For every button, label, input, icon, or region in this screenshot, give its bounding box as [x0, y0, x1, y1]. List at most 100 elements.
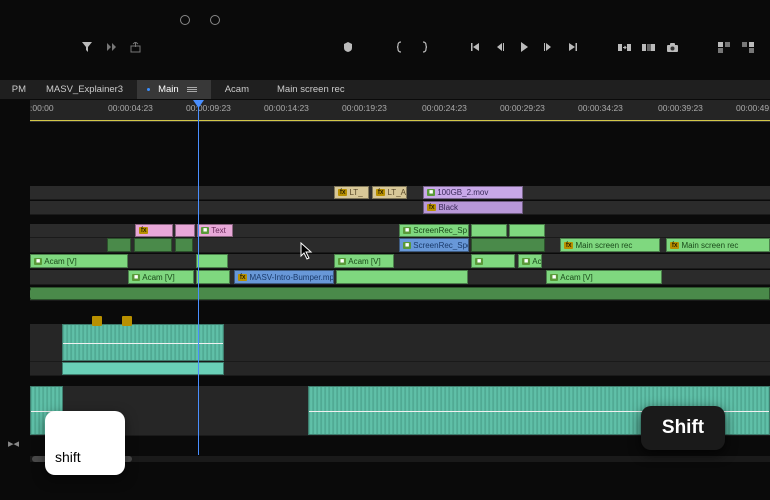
- clip[interactable]: [196, 270, 230, 284]
- tab-main-screen-rec[interactable]: Main screen rec: [263, 80, 359, 99]
- ruler-tick: :00:00: [30, 103, 54, 113]
- clip[interactable]: fxMASV-Intro-Bumper.mp4: [234, 270, 334, 284]
- sequence-marker[interactable]: [548, 290, 556, 298]
- mogrt-badge-icon: ■: [427, 189, 435, 196]
- clip[interactable]: ■ScreenRec_Spe: [399, 238, 469, 252]
- clip[interactable]: [196, 254, 228, 268]
- mogrt-badge-icon: ■: [201, 227, 209, 234]
- clip[interactable]: fxMain screen rec: [560, 238, 660, 252]
- audio-track[interactable]: [30, 287, 770, 301]
- goto-start-icon[interactable]: [469, 40, 483, 54]
- video-track[interactable]: fxBlack: [30, 201, 770, 215]
- camera-icon[interactable]: [665, 40, 679, 54]
- clip[interactable]: [336, 270, 468, 284]
- export-icon[interactable]: [128, 40, 142, 54]
- clip[interactable]: fx: [135, 224, 173, 237]
- step-forward-icon[interactable]: [541, 40, 555, 54]
- clip-label: ScreenRec_Sp: [413, 226, 467, 235]
- filter-icon[interactable]: [80, 40, 94, 54]
- clip-label: Acam [V]: [44, 257, 76, 266]
- fx-badge-icon: [92, 316, 102, 326]
- tab-label: Main: [158, 84, 179, 95]
- ruler-tick: 00:00:39:23: [658, 103, 703, 113]
- work-area-bar[interactable]: [30, 120, 770, 122]
- clip[interactable]: [175, 224, 195, 237]
- sequence-marker[interactable]: [130, 290, 138, 298]
- audio-track[interactable]: [30, 362, 770, 376]
- overwrite-icon[interactable]: [641, 40, 655, 54]
- fx-badge-icon: fx: [338, 189, 347, 196]
- sequence-marker[interactable]: [30, 290, 38, 298]
- clip[interactable]: ■100GB_2.mov: [423, 186, 523, 199]
- ruler-tick: 00:00:14:23: [264, 103, 309, 113]
- clip[interactable]: [134, 238, 172, 252]
- goto-end-icon[interactable]: [565, 40, 579, 54]
- video-track[interactable]: fxLT_fxLT_Al ■100GB_2.mov: [30, 186, 770, 200]
- play-icon[interactable]: [517, 40, 531, 54]
- video-track[interactable]: ■Acam [V]fxMASV-Intro-Bumper.mp4■Acam [V…: [30, 270, 770, 285]
- mogrt-badge-icon: ■: [475, 258, 483, 265]
- clip[interactable]: [509, 224, 545, 237]
- insert-icon[interactable]: [617, 40, 631, 54]
- sequence-marker[interactable]: [510, 290, 518, 298]
- clip[interactable]: ■Acam [V]: [128, 270, 194, 284]
- fx-badge-icon: fx: [376, 189, 385, 196]
- clip[interactable]: ■Text: [197, 224, 233, 237]
- clip[interactable]: fxLT_Al: [372, 186, 407, 199]
- clip-label: 100GB_2.mov: [437, 188, 488, 197]
- time-ruler[interactable]: :00:0000:00:04:2300:00:09:2300:00:14:230…: [30, 100, 770, 122]
- clip-label: Acam [V]: [142, 273, 174, 282]
- clip[interactable]: fxLT_: [334, 186, 369, 199]
- ruler-tick: 00:00:49:2: [736, 103, 770, 113]
- keyframe-dot[interactable]: [210, 15, 220, 25]
- audio-track[interactable]: [30, 324, 770, 362]
- horizontal-scrollbar[interactable]: [30, 456, 770, 462]
- fx-badge-icon: fx: [427, 204, 436, 211]
- clip[interactable]: ■ScreenRec_Sp: [399, 224, 469, 237]
- clip[interactable]: fxBlack: [423, 201, 523, 214]
- tab-acam[interactable]: Acam: [211, 80, 263, 99]
- clip[interactable]: fxMain screen rec: [666, 238, 770, 252]
- panel-icon-2[interactable]: [741, 40, 755, 54]
- clip[interactable]: ■: [471, 254, 515, 268]
- bracket-open-icon[interactable]: [393, 40, 407, 54]
- playhead[interactable]: [198, 100, 199, 455]
- ruler-tick: 00:00:34:23: [578, 103, 623, 113]
- sequence-marker[interactable]: [230, 290, 238, 298]
- panel-icon-1[interactable]: [717, 40, 731, 54]
- play-forward-icon[interactable]: [104, 40, 118, 54]
- fx-badge-icon: [65, 324, 75, 325]
- step-back-icon[interactable]: [493, 40, 507, 54]
- video-track[interactable]: ■Acam [V]■Acam [V]■■Aca: [30, 254, 770, 269]
- clip[interactable]: [30, 287, 770, 300]
- tab-main[interactable]: Main: [137, 80, 211, 99]
- clip[interactable]: [62, 362, 224, 375]
- video-track[interactable]: fx■Text■ScreenRec_Sp: [30, 224, 770, 238]
- expand-tracks-icon[interactable]: ▸◂: [8, 437, 19, 450]
- clip[interactable]: ■Acam [V]: [334, 254, 394, 268]
- clip[interactable]: ■Acam [V]: [546, 270, 662, 284]
- clip[interactable]: [107, 238, 131, 252]
- timeline-toolbar: [0, 38, 770, 56]
- shield-icon[interactable]: [341, 40, 355, 54]
- clip[interactable]: [175, 238, 193, 252]
- clip[interactable]: [471, 238, 545, 252]
- video-track[interactable]: ■ScreenRec_Spe fxMain screen rec fxMain sc…: [30, 238, 770, 253]
- mogrt-badge-icon: ■: [550, 274, 558, 281]
- ruler-tick: 00:00:24:23: [422, 103, 467, 113]
- clip[interactable]: ■Acam [V]: [30, 254, 128, 268]
- mogrt-badge-icon: ■: [338, 258, 346, 265]
- sequence-marker[interactable]: [336, 290, 344, 298]
- tab-menu-icon[interactable]: [187, 87, 197, 92]
- mogrt-badge-icon: ■: [132, 274, 140, 281]
- tab-masv-explainer[interactable]: MASV_Explainer3: [32, 80, 137, 99]
- fx-badge-icon: fx: [238, 274, 247, 281]
- clip[interactable]: [62, 324, 224, 361]
- clip-label: Aca: [532, 257, 542, 266]
- bracket-close-icon[interactable]: [417, 40, 431, 54]
- clip[interactable]: ■Aca: [518, 254, 542, 268]
- tab-suffix: PM: [0, 80, 30, 99]
- audio-gain-line[interactable]: [63, 343, 223, 344]
- clip[interactable]: [471, 224, 507, 237]
- keyframe-dot[interactable]: [180, 15, 190, 25]
